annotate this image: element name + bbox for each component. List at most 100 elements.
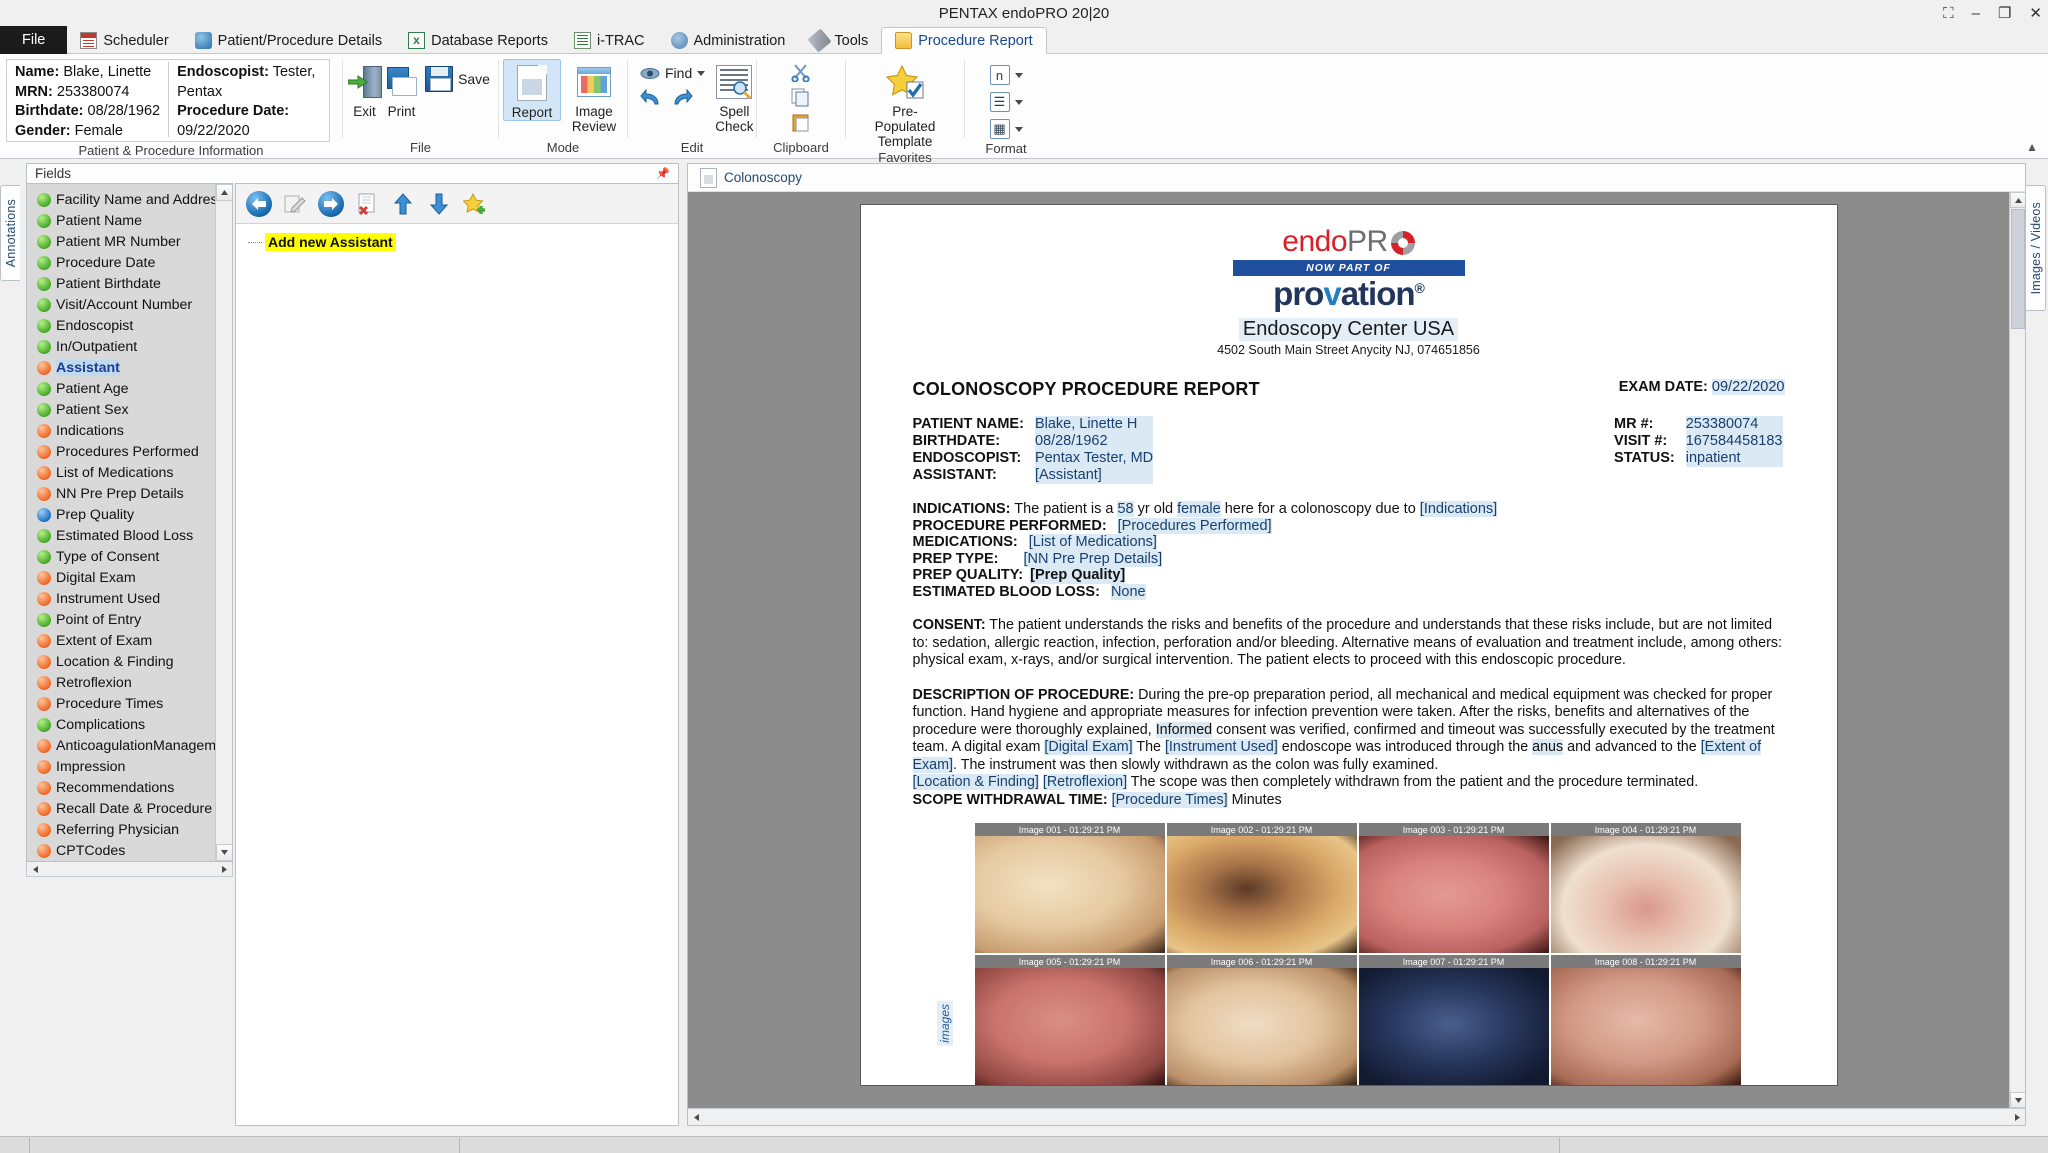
scroll-left-icon[interactable] [688, 1113, 704, 1121]
redo-icon[interactable] [671, 89, 693, 107]
image-thumbnail[interactable]: Image 007 - 01:29:21 PM [1358, 955, 1549, 1085]
chevron-down-icon[interactable] [1014, 72, 1023, 78]
field-list-item[interactable]: List of Medications [27, 462, 232, 483]
back-icon[interactable] [246, 190, 272, 217]
field-list-item[interactable]: Prep Quality [27, 504, 232, 525]
fields-list-scrollbar[interactable] [215, 184, 232, 861]
scroll-down-icon[interactable] [2010, 1092, 2025, 1108]
undo-icon[interactable] [640, 89, 662, 107]
tree-toolbar[interactable] [236, 184, 678, 224]
copy-icon[interactable] [791, 88, 811, 107]
scroll-right-icon[interactable] [2009, 1113, 2025, 1121]
field-list-item[interactable]: Estimated Blood Loss [27, 525, 232, 546]
field-list-item[interactable]: Impression [27, 756, 232, 777]
menu-tab-procedure-report[interactable]: Procedure Report [881, 27, 1047, 54]
field-list-item[interactable]: Referring Physician [27, 819, 232, 840]
field-list-item[interactable]: Location & Finding [27, 651, 232, 672]
field-list-item[interactable]: Patient MR Number [27, 231, 232, 252]
exit-button[interactable]: Exit [347, 59, 382, 119]
images-videos-tab[interactable]: Images / Videos [2026, 185, 2046, 311]
image-thumbnail[interactable]: Image 004 - 01:29:21 PM [1550, 823, 1741, 953]
field-list-item[interactable]: Procedure Date [27, 252, 232, 273]
field-list-item[interactable]: AnticoagulationManagement [27, 735, 232, 756]
scroll-up-icon[interactable] [216, 184, 232, 201]
field-list-item[interactable]: Type of Consent [27, 546, 232, 567]
scroll-right-icon[interactable] [216, 863, 232, 876]
document-tab-colonoscopy[interactable]: Colonoscopy [688, 164, 2025, 192]
pin-icon[interactable]: 📌 [656, 167, 670, 180]
image-thumbnail[interactable]: Image 005 - 01:29:21 PM [974, 955, 1165, 1085]
field-list-item[interactable]: Patient Name [27, 210, 232, 231]
image-thumbnail-grid[interactable]: images Image 001 - 01:29:21 PM Image 002 … [936, 823, 1785, 1085]
minimize-icon[interactable]: – [1972, 6, 1980, 21]
field-list-item[interactable]: Digital Exam [27, 567, 232, 588]
field-list-item[interactable]: Endoscopist [27, 315, 232, 336]
field-list-item[interactable]: Patient Birthdate [27, 273, 232, 294]
restore-down-icon[interactable]: ⛶ [1943, 6, 1954, 21]
report-mode-button[interactable]: Report [503, 59, 562, 121]
move-down-icon[interactable] [426, 191, 452, 217]
menu-tab-itrac[interactable]: i-TRAC [561, 27, 658, 54]
field-list-item[interactable]: Retroflexion [27, 672, 232, 693]
field-list-item[interactable]: Instrument Used [27, 588, 232, 609]
fields-list[interactable]: Facility Name and Address Patient Name Pat… [26, 183, 233, 862]
tree-node-add-new-assistant[interactable]: Add new Assistant [248, 233, 678, 251]
image-thumbnail[interactable]: Image 008 - 01:29:21 PM [1550, 955, 1741, 1085]
field-list-item[interactable]: Visit/Account Number [27, 294, 232, 315]
collapse-ribbon-icon[interactable]: ▲ [2026, 140, 2038, 154]
scroll-up-icon[interactable] [2010, 192, 2025, 208]
move-up-icon[interactable] [390, 191, 416, 217]
image-thumbnail[interactable]: Image 006 - 01:29:21 PM [1166, 955, 1357, 1085]
menu-tab-tools[interactable]: Tools [798, 27, 881, 54]
paste-icon[interactable] [791, 113, 811, 132]
forward-icon[interactable] [318, 190, 344, 217]
field-list-item[interactable]: Procedure Times [27, 693, 232, 714]
format-paragraph-button[interactable]: ☰ [986, 91, 1027, 113]
window-controls[interactable]: ⛶ – ❐ ✕ [1943, 0, 2042, 26]
spell-check-button[interactable]: Spell Check [715, 59, 754, 134]
chevron-down-icon[interactable] [1014, 126, 1023, 132]
field-list-item[interactable]: Patient Age [27, 378, 232, 399]
menu-tab-database-reports[interactable]: Database Reports [395, 27, 561, 54]
add-favorite-icon[interactable] [462, 191, 488, 217]
maximize-icon[interactable]: ❐ [1998, 6, 2011, 21]
annotations-tab[interactable]: Annotations [0, 185, 20, 281]
field-list-item[interactable]: Point of Entry [27, 609, 232, 630]
fields-list-hscrollbar[interactable] [26, 862, 233, 877]
menu-tab-administration[interactable]: Administration [658, 27, 799, 54]
field-list-item[interactable]: Complications [27, 714, 232, 735]
document-horizontal-scrollbar[interactable] [688, 1108, 2025, 1125]
close-icon[interactable]: ✕ [2029, 6, 2042, 21]
main-menu-bar[interactable]: File Scheduler Patient/Procedure Details… [0, 26, 2048, 54]
chevron-down-icon[interactable] [697, 70, 706, 76]
image-thumbnail[interactable]: Image 001 - 01:29:21 PM [974, 823, 1165, 953]
menu-tab-file[interactable]: File [0, 26, 68, 54]
cut-icon[interactable] [791, 64, 811, 82]
scroll-down-icon[interactable] [216, 844, 232, 861]
field-list-item[interactable]: Procedures Performed [27, 441, 232, 462]
field-list-item[interactable]: CPTCodes [27, 840, 232, 861]
delete-icon[interactable] [354, 191, 380, 217]
assistant-tree[interactable]: Add new Assistant [236, 224, 678, 1125]
field-list-item[interactable]: Assistant [27, 357, 232, 378]
chevron-down-icon[interactable] [1014, 99, 1023, 105]
scroll-thumb[interactable] [2011, 209, 2025, 329]
find-button[interactable]: Find [636, 64, 709, 82]
image-thumbnail[interactable]: Image 002 - 01:29:21 PM [1166, 823, 1357, 953]
field-list-item[interactable]: Patient Sex [27, 399, 232, 420]
save-button[interactable]: Save [421, 65, 494, 93]
format-numbering-button[interactable]: n [986, 64, 1027, 86]
field-list-item[interactable]: Extent of Exam [27, 630, 232, 651]
field-list-item[interactable]: Indications [27, 420, 232, 441]
image-review-button[interactable]: Image Review [565, 59, 623, 134]
menu-tab-patient-procedure-details[interactable]: Patient/Procedure Details [182, 27, 395, 54]
document-vertical-scrollbar[interactable] [2009, 192, 2025, 1108]
field-list-item[interactable]: NN Pre Prep Details [27, 483, 232, 504]
field-list-item[interactable]: Facility Name and Address [27, 189, 232, 210]
format-table-button[interactable]: ▦ [986, 118, 1027, 140]
document-scroll-area[interactable]: endoPR NOW PART OF provation® Endoscopy … [688, 192, 2025, 1108]
image-thumbnail[interactable]: Image 003 - 01:29:21 PM [1358, 823, 1549, 953]
field-list-item[interactable]: Recommendations [27, 777, 232, 798]
pre-populated-template-button[interactable]: Pre-Populated Template [866, 59, 944, 149]
menu-tab-scheduler[interactable]: Scheduler [67, 27, 181, 54]
